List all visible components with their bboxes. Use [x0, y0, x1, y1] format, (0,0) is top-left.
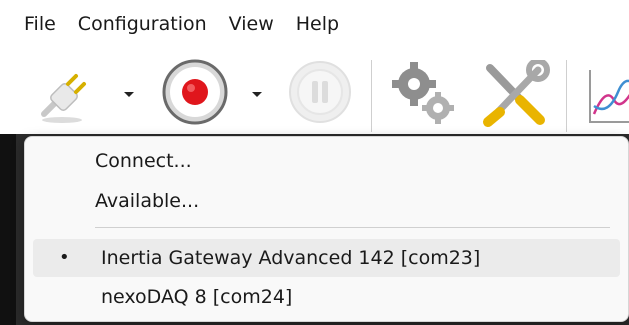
gears-icon [392, 62, 454, 124]
menu-item-label: Connect... [95, 150, 192, 172]
toolbar-separator [566, 60, 567, 132]
connect-button[interactable] [30, 68, 100, 126]
menu-view[interactable]: View [218, 0, 285, 48]
pause-icon [289, 61, 351, 123]
caret-down-icon [124, 92, 134, 97]
chart-icon [589, 70, 629, 123]
pause-button[interactable] [288, 60, 352, 124]
menu-item-label: Inertia Gateway Advanced 142 [com23] [101, 247, 481, 269]
record-icon [162, 59, 228, 125]
menu-bar: File Configuration View Help [0, 0, 629, 48]
menu-item-device-com23[interactable]: • Inertia Gateway Advanced 142 [com23] [33, 239, 620, 277]
menu-item-label: Available... [95, 190, 200, 212]
plug-icon [41, 74, 86, 123]
background-panel [0, 134, 16, 325]
connect-dropdown-menu: Connect... Available... • Inertia Gatewa… [24, 136, 629, 322]
menu-separator [95, 227, 610, 228]
toolbar-separator [371, 60, 372, 132]
menu-item-available[interactable]: Available... [25, 183, 628, 219]
connect-dropdown-arrow[interactable] [122, 86, 136, 100]
menu-help[interactable]: Help [285, 0, 350, 48]
menu-file[interactable]: File [0, 0, 67, 48]
tools-button[interactable] [480, 58, 550, 128]
record-button[interactable] [162, 59, 228, 125]
menu-item-device-com24[interactable]: nexoDAQ 8 [com24] [25, 279, 628, 315]
menu-configuration[interactable]: Configuration [67, 0, 218, 48]
record-dropdown-arrow[interactable] [250, 86, 264, 100]
menu-item-label: nexoDAQ 8 [com24] [101, 286, 293, 308]
settings-button[interactable] [388, 60, 458, 126]
tools-icon [483, 58, 550, 127]
selected-bullet-icon: • [59, 247, 70, 268]
menu-item-connect[interactable]: Connect... [25, 143, 628, 179]
caret-down-icon [252, 92, 262, 97]
chart-button[interactable] [584, 66, 629, 128]
